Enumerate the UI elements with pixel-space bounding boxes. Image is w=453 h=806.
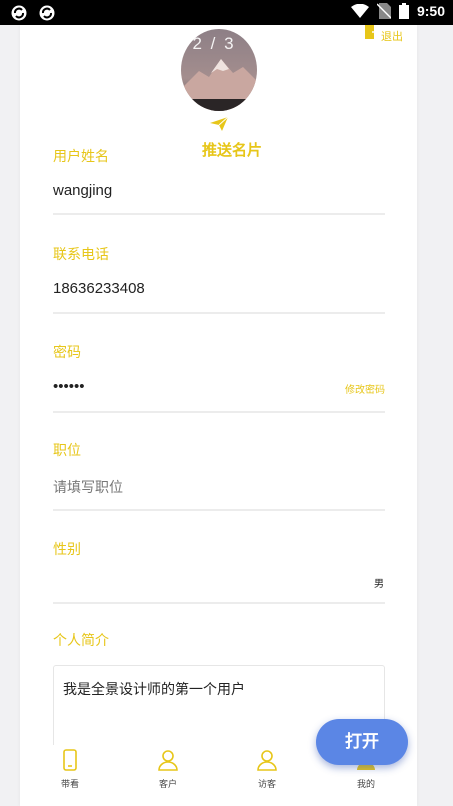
tab-label: 我的 xyxy=(356,780,375,790)
logout-button[interactable]: 退出 xyxy=(365,25,403,44)
tab-visitors[interactable]: 访客 xyxy=(237,749,297,790)
no-sim-icon xyxy=(376,3,391,19)
divider xyxy=(53,509,385,511)
user-icon xyxy=(158,750,178,771)
gender-select[interactable]: 男 xyxy=(374,575,384,590)
status-bar: 9:50 xyxy=(0,0,453,25)
tab-daikan[interactable]: 带看 xyxy=(40,749,100,790)
tab-label: 带看 xyxy=(60,780,79,790)
bio-text: 我是全景设计师的第一个用户 xyxy=(63,682,245,698)
push-card-button[interactable]: 推送名片 xyxy=(187,139,277,160)
battery-icon xyxy=(398,3,409,19)
wifi-icon xyxy=(350,4,369,18)
password-field[interactable]: •••••• xyxy=(53,378,85,395)
logout-icon xyxy=(365,25,379,39)
paper-plane-icon[interactable] xyxy=(210,117,228,131)
username-field[interactable]: wangjing xyxy=(53,182,112,199)
position-field[interactable]: 请填写职位 xyxy=(53,477,123,497)
username-label: 用户姓名 xyxy=(53,149,109,165)
divider xyxy=(53,602,385,604)
phone-icon xyxy=(63,749,77,771)
phone-field[interactable]: 18636233408 xyxy=(53,280,145,297)
change-password-button[interactable]: 修改密码 xyxy=(345,381,385,396)
phone-label: 联系电话 xyxy=(53,247,109,263)
gender-label: 性别 xyxy=(53,542,81,558)
visitor-icon xyxy=(257,750,277,771)
tab-customers[interactable]: 客户 xyxy=(138,749,198,790)
divider xyxy=(53,411,385,413)
password-label: 密码 xyxy=(53,345,81,361)
divider xyxy=(53,213,385,215)
bio-label: 个人简介 xyxy=(53,633,109,649)
tab-label: 客户 xyxy=(158,780,177,790)
logout-label: 退出 xyxy=(381,30,403,43)
position-label: 职位 xyxy=(53,443,81,459)
tab-label: 访客 xyxy=(257,780,276,790)
avatar-counter: 2 / 3 xyxy=(192,34,236,53)
profile-card: 退出 推送名片 用户姓名 wangjing 联系电话 18636233408 密… xyxy=(20,25,417,806)
open-button[interactable]: 打开 xyxy=(316,719,408,765)
sync-icon xyxy=(39,5,55,21)
clock: 9:50 xyxy=(416,3,445,19)
divider xyxy=(53,312,385,314)
sync-icon xyxy=(11,5,27,21)
